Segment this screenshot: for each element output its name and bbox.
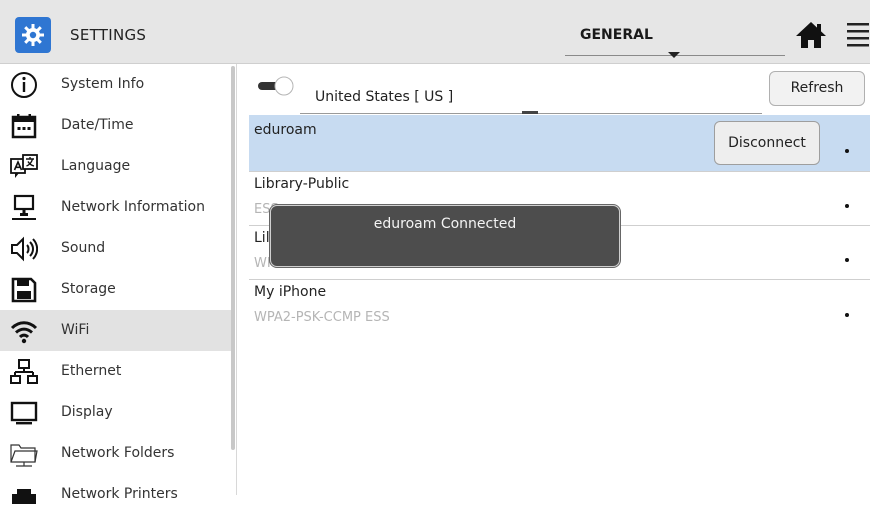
select-indicator <box>522 111 538 114</box>
top-bar: SETTINGS GENERAL <box>0 0 870 64</box>
sidebar-item-ethernet[interactable]: Ethernet <box>0 351 232 392</box>
tab-general[interactable]: GENERAL <box>565 12 785 58</box>
speaker-icon <box>11 236 38 262</box>
wifi-network-name: Library-Public <box>254 176 350 192</box>
wifi-network-name: My iPhone <box>254 284 327 300</box>
sidebar-item-label: Sound <box>61 240 106 256</box>
tab-general-label: GENERAL <box>580 27 653 43</box>
sidebar-item-label: WiFi <box>61 322 90 338</box>
wifi-network-name: Lil <box>254 230 270 246</box>
home-icon <box>796 22 826 48</box>
sidebar-item-sound[interactable]: Sound <box>0 228 232 269</box>
toggle-switch-icon <box>258 76 294 96</box>
language-icon <box>10 154 38 178</box>
calendar-icon <box>11 114 37 139</box>
tab-caret-icon <box>668 52 680 58</box>
floppy-disk-icon <box>11 277 37 303</box>
sidebar-item-network-information[interactable]: Network Information <box>0 187 232 228</box>
sidebar-item-display[interactable]: Display <box>0 392 232 433</box>
printer-icon <box>12 489 36 504</box>
sidebar-item-label: Network Folders <box>61 445 175 461</box>
divider <box>236 64 237 495</box>
sidebar-item-label: Language <box>61 158 131 174</box>
toast-message: eduroam Connected <box>373 216 517 232</box>
country-value: United States [ US ] <box>315 89 454 105</box>
more-options-icon[interactable] <box>845 258 849 262</box>
wifi-icon <box>10 321 38 344</box>
sidebar-item-wifi[interactable]: WiFi <box>0 310 232 351</box>
more-options-icon[interactable] <box>845 204 849 208</box>
sidebar-item-label: Storage <box>61 281 116 297</box>
sidebar-item-network-folders[interactable]: Network Folders <box>0 433 232 474</box>
settings-app-icon[interactable] <box>15 17 51 53</box>
country-select[interactable]: United States [ US ] <box>300 80 762 114</box>
home-button[interactable] <box>795 20 827 50</box>
disconnect-button[interactable]: Disconnect <box>714 121 820 165</box>
refresh-button[interactable]: Refresh <box>769 71 865 106</box>
display-icon <box>10 401 38 425</box>
sidebar-item-label: Network Information <box>61 199 205 215</box>
ethernet-icon <box>10 359 38 384</box>
info-icon <box>11 72 37 98</box>
sidebar-item-date-time[interactable]: Date/Time <box>0 105 232 146</box>
more-options-icon[interactable] <box>845 149 849 153</box>
toast-notification: eduroam Connected <box>269 204 621 268</box>
wifi-network-security: WPA2-PSK-CCMP ESS <box>254 310 390 325</box>
menu-button[interactable] <box>846 21 870 49</box>
sidebar-item-label: Display <box>61 404 113 420</box>
sidebar: System Info Date/Time Language Network I… <box>0 64 236 504</box>
folder-icon <box>10 444 38 467</box>
sidebar-item-label: Network Printers <box>61 486 178 502</box>
wifi-toggle[interactable] <box>256 76 296 96</box>
wifi-network-name: eduroam <box>254 122 317 138</box>
sidebar-item-system-info[interactable]: System Info <box>0 64 232 105</box>
sidebar-item-label: System Info <box>61 76 145 92</box>
page-title: SETTINGS <box>70 26 147 44</box>
sidebar-item-label: Ethernet <box>61 363 122 379</box>
sidebar-item-language[interactable]: Language <box>0 146 232 187</box>
wifi-network-row[interactable]: My iPhone WPA2-PSK-CCMP ESS <box>249 280 870 334</box>
sidebar-item-label: Date/Time <box>61 117 134 133</box>
gear-icon <box>22 24 44 46</box>
sidebar-item-storage[interactable]: Storage <box>0 269 232 310</box>
hamburger-menu-icon <box>847 23 869 47</box>
more-options-icon[interactable] <box>845 313 849 317</box>
sidebar-scrollbar[interactable] <box>231 66 235 450</box>
monitor-network-icon <box>12 194 36 220</box>
